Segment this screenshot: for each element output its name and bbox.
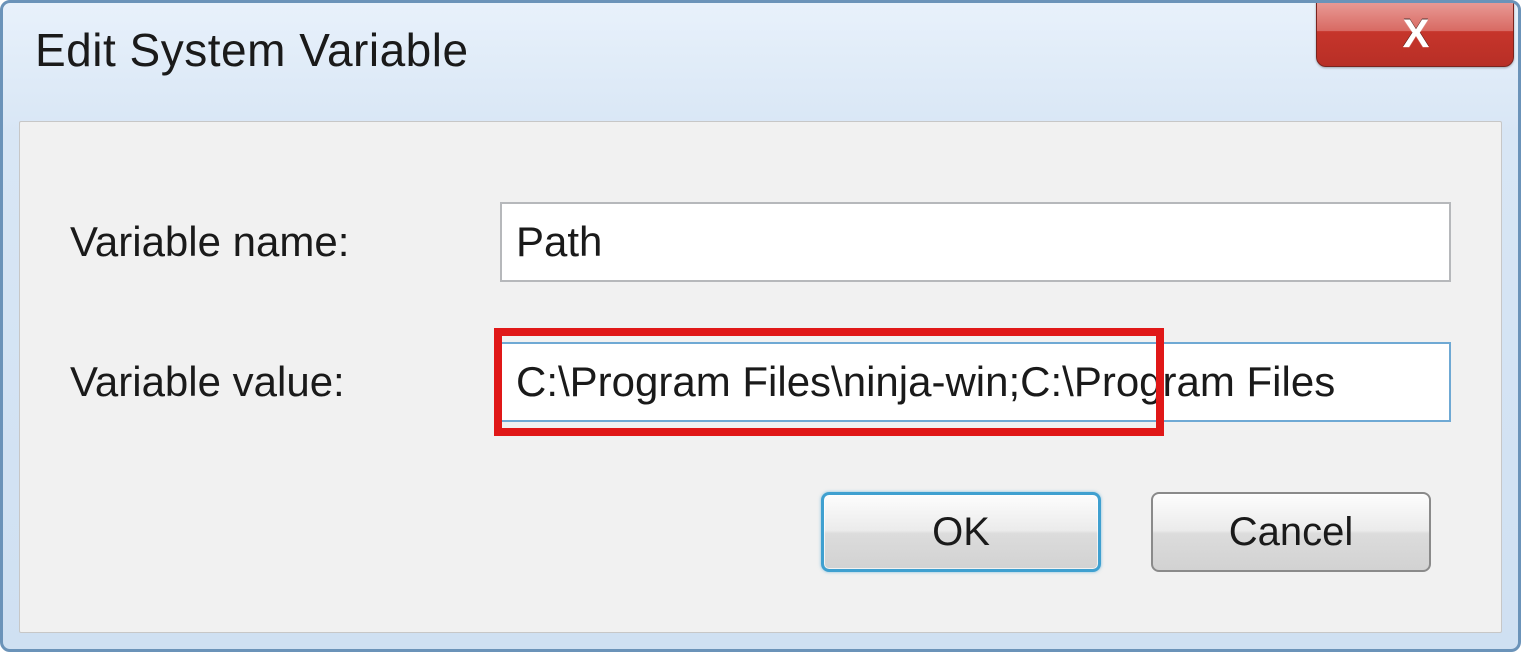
variable-name-input[interactable]: Path [500, 202, 1451, 282]
cancel-button[interactable]: Cancel [1151, 492, 1431, 572]
variable-name-label: Variable name: [70, 218, 500, 266]
close-button[interactable]: X [1316, 1, 1514, 67]
variable-value-input[interactable]: C:\Program Files\ninja-win;C:\Program Fi… [500, 342, 1451, 422]
client-area: Variable name: Path Variable value: C:\P… [19, 121, 1502, 633]
close-icon: X [1403, 12, 1428, 57]
button-row: OK Cancel [70, 492, 1451, 572]
titlebar: Edit System Variable X [3, 3, 1518, 121]
ok-button[interactable]: OK [821, 492, 1101, 572]
variable-value-wrapper: C:\Program Files\ninja-win;C:\Program Fi… [500, 342, 1451, 422]
window-title: Edit System Variable [35, 23, 469, 77]
variable-value-label: Variable value: [70, 358, 500, 406]
variable-name-row: Variable name: Path [70, 202, 1451, 282]
variable-value-row: Variable value: C:\Program Files\ninja-w… [70, 342, 1451, 422]
dialog-window: Edit System Variable X Variable name: Pa… [0, 0, 1521, 652]
